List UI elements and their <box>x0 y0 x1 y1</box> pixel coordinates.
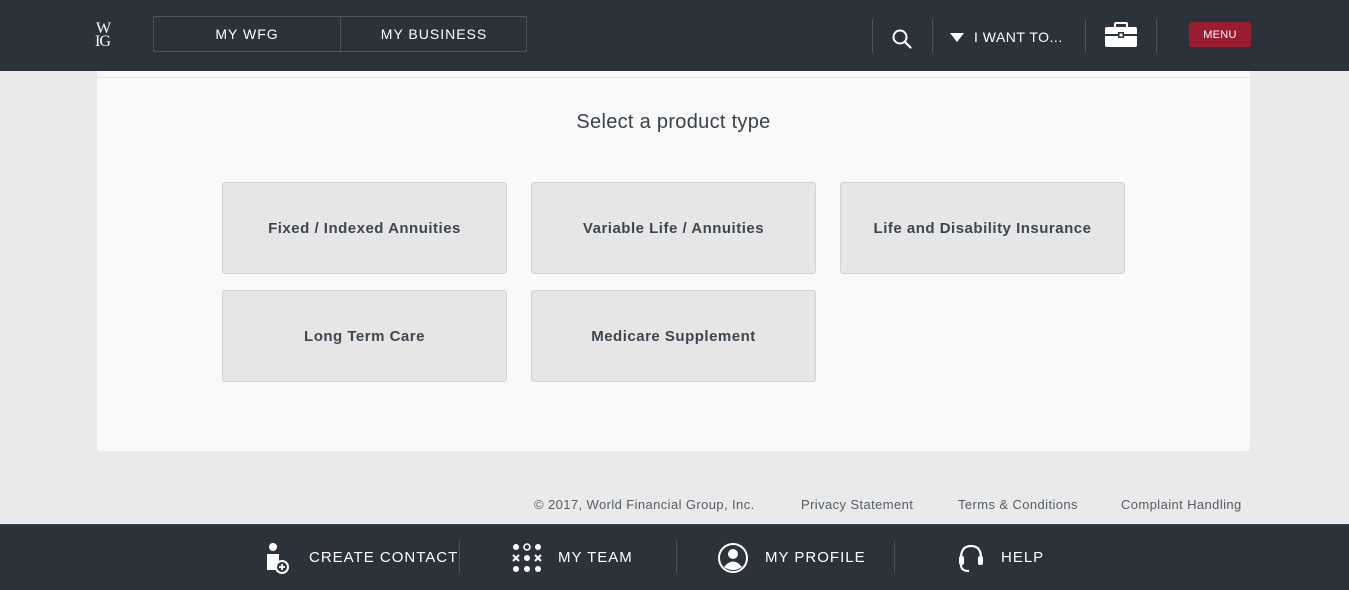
my-profile-label: MY PROFILE <box>765 549 866 566</box>
top-header: W IG MY WFG MY BUSINESS I WANT TO... MEN… <box>0 0 1349 71</box>
i-want-to-label: I WANT TO... <box>974 29 1063 45</box>
divider <box>1085 19 1086 53</box>
tab-my-wfg[interactable]: MY WFG <box>154 17 341 51</box>
tab-my-business[interactable]: MY BUSINESS <box>341 17 527 51</box>
terms-conditions-link[interactable]: Terms & Conditions <box>958 497 1078 512</box>
product-type-card: Select a product type Fixed / Indexed An… <box>97 71 1250 451</box>
product-fixed-indexed-annuities[interactable]: Fixed / Indexed Annuities <box>222 182 507 274</box>
copyright-text: © 2017, World Financial Group, Inc. <box>534 497 755 512</box>
card-divider <box>97 77 1250 78</box>
product-variable-life-annuities[interactable]: Variable Life / Annuities <box>531 182 816 274</box>
i-want-to-dropdown[interactable]: I WANT TO... <box>950 26 1063 48</box>
product-life-disability-insurance[interactable]: Life and Disability Insurance <box>840 182 1125 274</box>
caret-down-icon <box>950 32 964 42</box>
complaint-handling-link[interactable]: Complaint Handling <box>1121 497 1242 512</box>
create-contact-label: CREATE CONTACT <box>309 549 459 566</box>
divider <box>894 541 895 573</box>
product-medicare-supplement[interactable]: Medicare Supplement <box>531 290 816 382</box>
add-contact-icon <box>267 542 289 574</box>
divider <box>932 19 933 53</box>
my-profile-button[interactable]: MY PROFILE <box>717 525 866 590</box>
privacy-statement-link[interactable]: Privacy Statement <box>801 497 913 512</box>
search-icon[interactable] <box>891 28 913 50</box>
divider <box>676 541 677 573</box>
product-long-term-care[interactable]: Long Term Care <box>222 290 507 382</box>
my-team-label: MY TEAM <box>558 549 633 566</box>
wfg-logo[interactable]: W IG <box>94 21 128 52</box>
menu-button[interactable]: MENU <box>1189 22 1251 47</box>
team-grid-icon <box>512 542 542 572</box>
bottom-nav: CREATE CONTACT MY TEAM MY PROFILE HELP <box>0 524 1349 590</box>
divider <box>872 19 873 53</box>
toolbox-icon[interactable] <box>1104 22 1138 48</box>
create-contact-button[interactable]: CREATE CONTACT <box>265 525 458 590</box>
footer-links: © 2017, World Financial Group, Inc. Priv… <box>0 497 1250 515</box>
help-button[interactable]: HELP <box>957 525 1044 590</box>
divider <box>1156 19 1157 53</box>
divider <box>459 541 460 573</box>
top-tabs: MY WFG MY BUSINESS <box>153 16 527 52</box>
help-label: HELP <box>1001 549 1045 566</box>
profile-icon <box>718 542 748 573</box>
page-title: Select a product type <box>576 111 771 133</box>
my-team-button[interactable]: MY TEAM <box>512 525 633 590</box>
headset-icon <box>959 544 983 572</box>
